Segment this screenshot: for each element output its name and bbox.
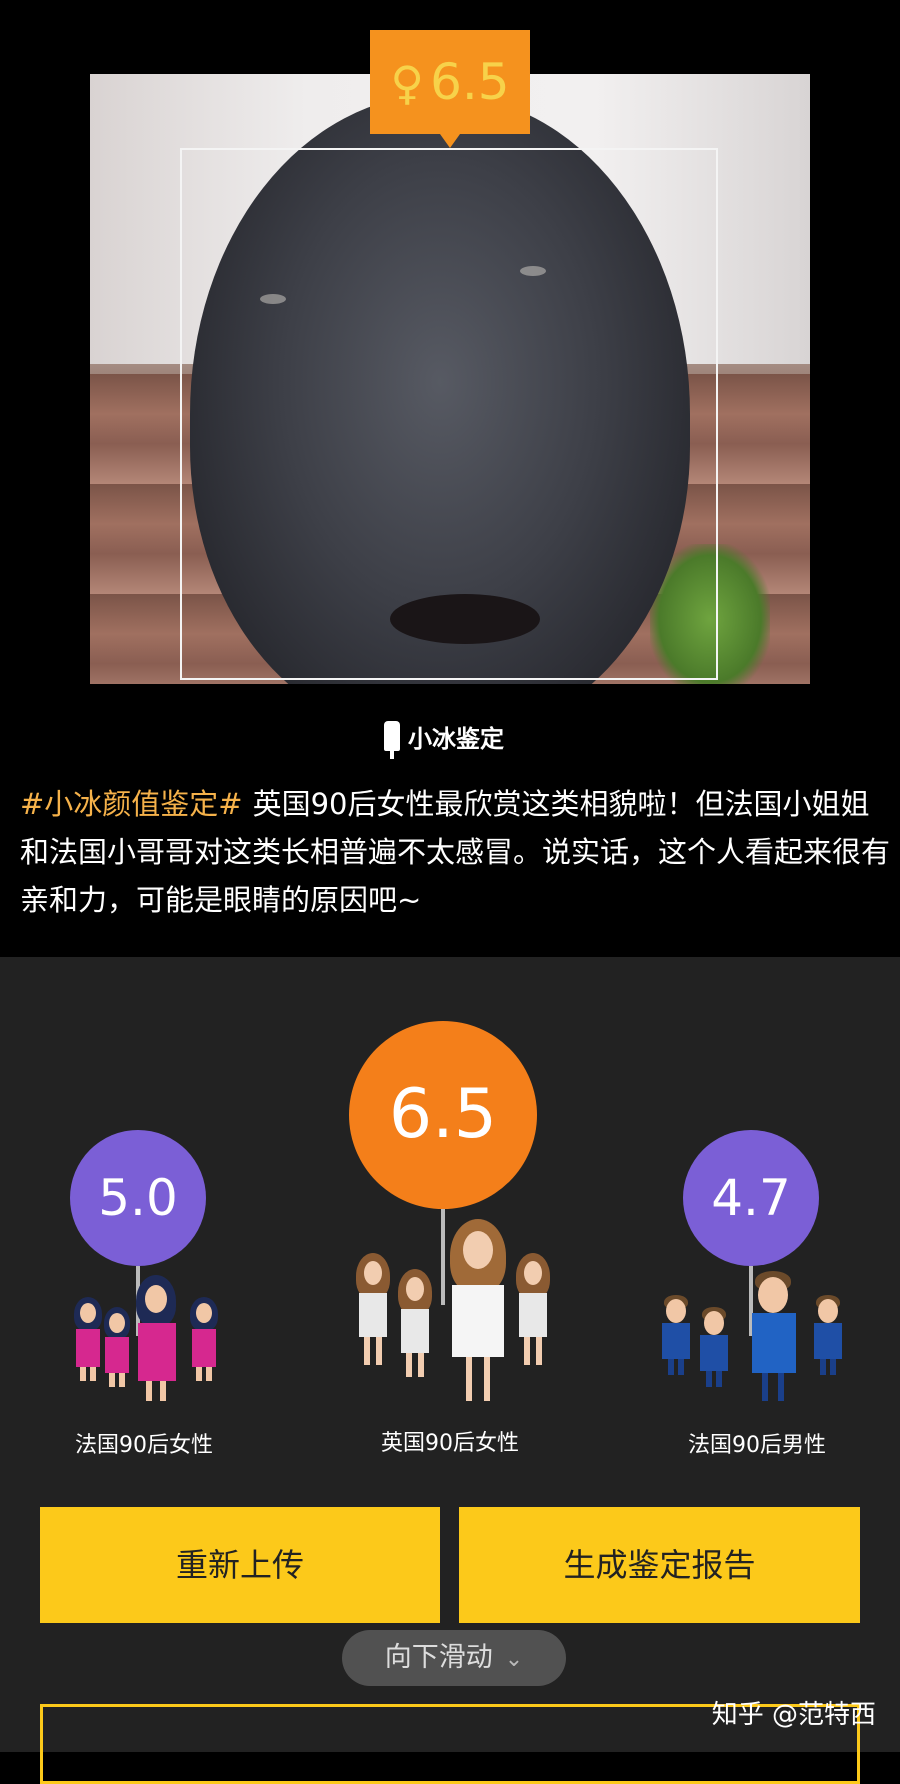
rating-bubble-uk-female: 6.5 [349,1021,537,1209]
watermark: 知乎 @范特西 [711,1700,876,1730]
brand-name: 小冰鉴定 [408,724,504,753]
face-detection-box [180,148,718,680]
female-symbol-icon: ♀ [390,56,425,110]
ratings-panel: 5.0 法国90后女性 6.5 英国90后女性 4.7 法国90后男性 重新上传… [0,957,900,1784]
result-description: #小冰颜值鉴定# 英国90后女性最欣赏这类相貌啦！但法国小姐姐和法国小哥哥对这类长… [20,780,890,924]
rating-bubble-fr-male: 4.7 [683,1130,819,1266]
reupload-button[interactable]: 重新上传 [40,1507,440,1623]
hashtag-link[interactable]: #小冰颜值鉴定# [20,787,243,821]
chevron-down-icon: ⌄ [504,1647,524,1672]
rating-label-uk-female: 英国90后女性 [381,1431,519,1456]
photo-score-tag: ♀ 6.5 [370,30,530,148]
scroll-down-hint[interactable]: 向下滑动 ⌄ [342,1630,566,1686]
photo-score-value: 6.5 [430,53,510,111]
rating-label-fr-male: 法国90后男性 [688,1433,826,1458]
rating-bubble-fr-female: 5.0 [70,1130,206,1266]
ice-popsicle-logo-icon [384,721,400,759]
rating-label-fr-female: 法国90后女性 [75,1433,213,1458]
result-image-section: ♀ 6.5 小冰鉴定 #小冰颜值鉴定# 英国90后女性最欣赏这类相貌啦！但法国小姐姐… [0,0,900,957]
generate-report-button[interactable]: 生成鉴定报告 [459,1507,860,1623]
sign-stick [441,1209,445,1305]
brand-label: 小冰鉴定 [384,716,504,759]
scroll-hint-label: 向下滑动 [384,1642,493,1673]
